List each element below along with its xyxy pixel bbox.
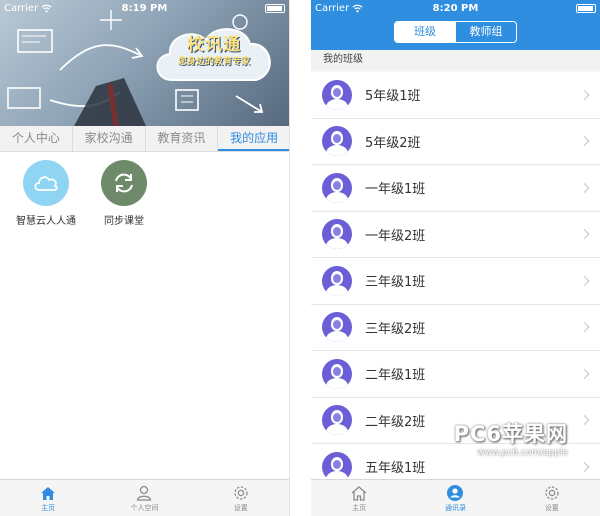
chevron-right-icon [579, 89, 590, 100]
tabbar-item-personal-space[interactable]: 个人空间 [96, 480, 192, 516]
left-phone-screen: 校讯通 您身边的教育专家 Carrier 8:19 PM 个人中心 家校沟通 教… [0, 0, 290, 516]
segmented-control: 班级 教师组 [394, 21, 517, 43]
watermark-brand: PC6苹果网 [453, 422, 568, 446]
banner-slogan: 您身边的教育专家 [177, 57, 250, 67]
chevron-right-icon [579, 461, 590, 472]
class-row[interactable]: 二年级1班 [311, 351, 600, 398]
avatar [322, 405, 352, 436]
gear-icon [234, 485, 248, 500]
tabbar-item-contacts[interactable]: 通讯录 [407, 480, 503, 516]
contacts-icon [447, 484, 464, 501]
tabbar-item-home[interactable]: 主页 [0, 480, 96, 516]
tabbar-label: 主页 [352, 503, 367, 512]
avatar [322, 79, 352, 110]
avatar [322, 312, 352, 343]
chevron-right-icon [579, 368, 590, 379]
chevron-right-icon [579, 275, 590, 286]
app-smart-cloud[interactable]: 智慧云人人通 [14, 160, 78, 227]
avatar [322, 219, 352, 250]
home-icon [41, 486, 56, 500]
banner-title: 校讯通 [187, 35, 241, 55]
class-name: 5年级2班 [365, 135, 421, 151]
cloud-icon [34, 176, 58, 191]
tabbar-label: 个人空间 [130, 503, 159, 512]
tab-my-apps[interactable]: 我的应用 [218, 126, 289, 151]
app-label: 同步课堂 [104, 216, 144, 227]
tabbar-item-settings[interactable]: 设置 [504, 480, 600, 516]
section-header: 我的班级 [311, 50, 600, 70]
battery-icon [265, 3, 285, 13]
gear-icon [545, 485, 559, 500]
app-grid: 智慧云人人通 同步课堂 [14, 160, 156, 227]
screenshot-stage: 校讯通 您身边的教育专家 Carrier 8:19 PM 个人中心 家校沟通 教… [0, 0, 600, 516]
banner[interactable]: 校讯通 您身边的教育专家 [0, 0, 289, 126]
class-row[interactable]: 一年级2班 [311, 211, 600, 258]
tab-education-news[interactable]: 教育资讯 [146, 126, 219, 151]
chevron-right-icon [579, 182, 590, 193]
person-icon [137, 485, 152, 501]
avatar [322, 358, 352, 389]
avatar [322, 451, 352, 482]
avatar [322, 172, 352, 203]
sync-arrows-icon [115, 173, 133, 193]
app-icon-circle [23, 160, 69, 206]
class-row[interactable]: 三年级1班 [311, 258, 600, 305]
class-name: 一年级2班 [365, 228, 426, 244]
class-name: 三年级1班 [365, 275, 426, 291]
status-bar: Carrier 8:19 PM [0, 0, 289, 16]
class-row[interactable]: 三年级2班 [311, 304, 600, 351]
tabbar-label: 设置 [544, 503, 559, 512]
top-tab-bar: 个人中心 家校沟通 教育资讯 我的应用 [0, 126, 289, 152]
tabbar-item-home[interactable]: 主页 [311, 480, 407, 516]
app-sync-classroom[interactable]: 同步课堂 [92, 160, 156, 227]
class-name: 三年级2班 [365, 321, 426, 337]
chevron-right-icon [579, 415, 590, 426]
class-name: 5年级1班 [365, 89, 421, 105]
class-name: 二年级2班 [365, 414, 426, 430]
tabbar-label: 设置 [233, 503, 248, 512]
tabbar-label: 通讯录 [444, 503, 466, 512]
tab-home-school[interactable]: 家校沟通 [73, 126, 146, 151]
avatar [322, 265, 352, 296]
status-time: 8:19 PM [121, 2, 168, 14]
watermark-url: www.pc6.com/apple [477, 448, 568, 458]
chevron-right-icon [579, 322, 590, 333]
bottom-tab-bar: 主页 通讯录 设置 [311, 479, 600, 516]
watermark: PC6苹果网 www.pc6.com/apple [454, 418, 568, 458]
app-icon-circle [101, 160, 147, 206]
tabbar-item-settings[interactable]: 设置 [193, 480, 289, 516]
tabbar-label: 主页 [41, 503, 56, 512]
bottom-tab-bar: 主页 个人空间 设置 [0, 479, 289, 516]
tab-personal-center[interactable]: 个人中心 [0, 126, 73, 151]
avatar [322, 126, 352, 157]
home-icon [351, 485, 367, 501]
battery-icon [576, 3, 596, 13]
class-name: 五年级1班 [365, 461, 426, 477]
segment-classes[interactable]: 班级 [395, 22, 455, 42]
class-name: 一年级1班 [365, 182, 426, 198]
segment-teacher-group[interactable]: 教师组 [455, 22, 516, 42]
class-name: 二年级1班 [365, 368, 426, 384]
class-row[interactable]: 一年级1班 [311, 165, 600, 212]
class-row[interactable]: 5年级2班 [311, 118, 600, 165]
status-bar: Carrier 8:20 PM [311, 0, 600, 16]
class-row[interactable]: 5年级1班 [311, 72, 600, 119]
app-label: 智慧云人人通 [16, 216, 76, 227]
right-phone-screen: 班级 教师组 Carrier 8:20 PM 我的班级 5年级1班 5年级2班 … [311, 0, 600, 516]
chevron-right-icon [579, 136, 590, 147]
chevron-right-icon [579, 229, 590, 240]
status-time: 8:20 PM [432, 2, 479, 14]
